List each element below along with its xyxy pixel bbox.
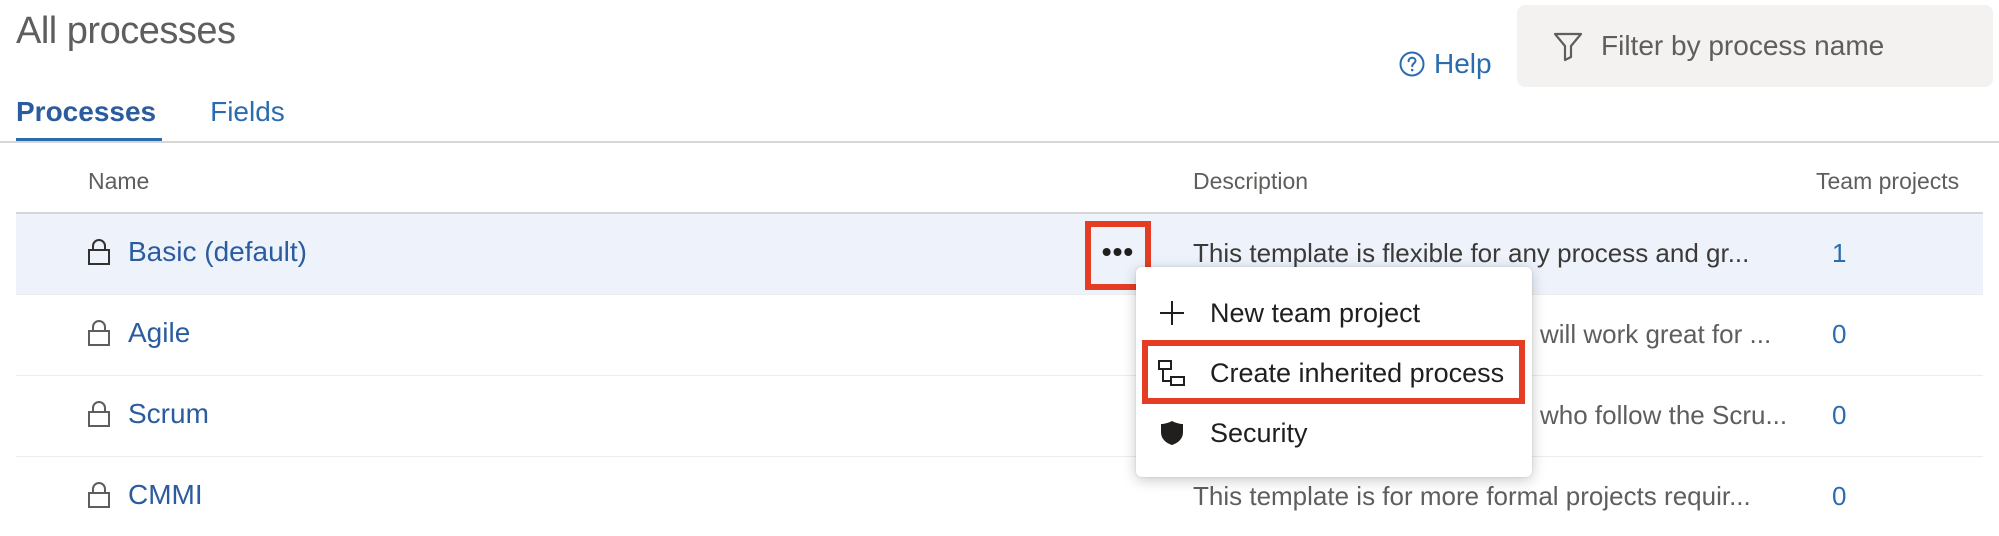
menu-item-label: Security	[1210, 417, 1308, 448]
column-header-description[interactable]: Description	[1193, 168, 1308, 195]
lock-icon	[88, 320, 110, 346]
page-title: All processes	[16, 10, 236, 52]
process-name-link[interactable]: Basic (default)	[128, 236, 307, 268]
process-name-link[interactable]: Agile	[128, 317, 190, 349]
tab-processes[interactable]: Processes	[16, 96, 163, 142]
tabs-divider	[0, 141, 1999, 143]
process-description: who follow the Scru...	[1540, 400, 1788, 430]
table-row[interactable]: Agile will work great for ... 0	[16, 295, 1983, 375]
tab-bar: Processes Fields	[16, 96, 285, 142]
process-name-link[interactable]: CMMI	[128, 479, 203, 511]
lock-icon	[88, 482, 110, 508]
help-circle-icon	[1399, 51, 1425, 77]
process-description: This template is flexible for any proces…	[1193, 238, 1750, 268]
help-link[interactable]: Help	[1398, 48, 1492, 80]
menu-item-security[interactable]: Security	[1136, 403, 1532, 463]
menu-item-label: Create inherited process	[1210, 357, 1505, 388]
shield-icon	[1157, 418, 1187, 448]
menu-item-create-inherited-process[interactable]: Create inherited process	[1136, 343, 1532, 403]
process-name-link[interactable]: Scrum	[128, 398, 209, 430]
column-header-name[interactable]: Name	[88, 168, 149, 195]
menu-item-label: New team project	[1210, 297, 1421, 328]
help-label: Help	[1434, 48, 1492, 79]
inherit-process-icon	[1157, 358, 1187, 388]
lock-icon	[88, 401, 110, 427]
context-menu: New team project Create inherited proces…	[1136, 267, 1532, 477]
table-row[interactable]: Basic (default) This template is flexibl…	[16, 214, 1983, 294]
lock-icon	[88, 239, 110, 265]
filter-box[interactable]	[1517, 5, 1993, 87]
team-projects-count[interactable]: 1	[1832, 238, 1846, 269]
team-projects-count[interactable]: 0	[1832, 481, 1846, 512]
filter-icon	[1553, 32, 1583, 62]
plus-icon	[1157, 298, 1187, 328]
team-projects-count[interactable]: 0	[1832, 319, 1846, 350]
menu-item-new-team-project[interactable]: New team project	[1136, 283, 1532, 343]
tab-fields[interactable]: Fields	[210, 96, 285, 140]
team-projects-count[interactable]: 0	[1832, 400, 1846, 431]
process-description: This template is for more formal project…	[1193, 481, 1751, 511]
table-row[interactable]: CMMI This template is for more formal pr…	[16, 457, 1983, 536]
process-description: will work great for ...	[1540, 319, 1772, 349]
table-row[interactable]: Scrum who follow the Scru... 0	[16, 376, 1983, 456]
filter-input[interactable]	[1601, 30, 1961, 62]
ellipsis-icon: •••	[1101, 235, 1135, 267]
column-header-team-projects[interactable]: Team projects	[1816, 168, 1959, 195]
